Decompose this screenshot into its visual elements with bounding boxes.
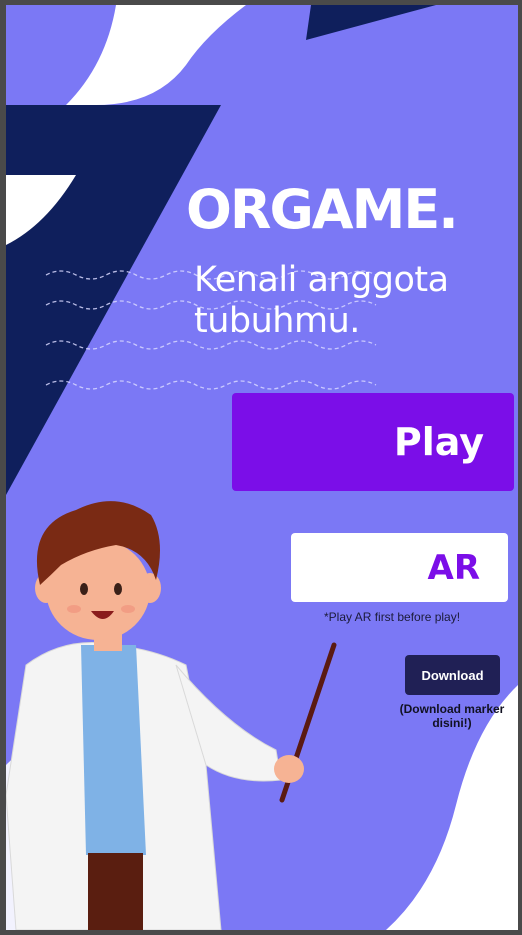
- app-tagline: Kenali anggota tubuhmu.: [194, 260, 449, 341]
- shirt: [81, 645, 146, 855]
- app-title: ORGAME.: [186, 178, 459, 241]
- cheek-right: [121, 605, 135, 613]
- cheek-left: [67, 605, 81, 613]
- eye-right: [114, 583, 122, 595]
- hand: [274, 755, 304, 783]
- trousers: [88, 853, 143, 930]
- download-button[interactable]: Download: [405, 655, 500, 695]
- play-button[interactable]: Play: [232, 393, 514, 491]
- download-note: (Download marker disini!): [399, 702, 505, 731]
- ar-note: *Play AR first before play!: [324, 610, 461, 624]
- ar-button[interactable]: AR: [291, 533, 508, 602]
- app-screen: ORGAME. Kenali anggota tubuhmu. Play AR …: [6, 5, 518, 930]
- eye-left: [80, 583, 88, 595]
